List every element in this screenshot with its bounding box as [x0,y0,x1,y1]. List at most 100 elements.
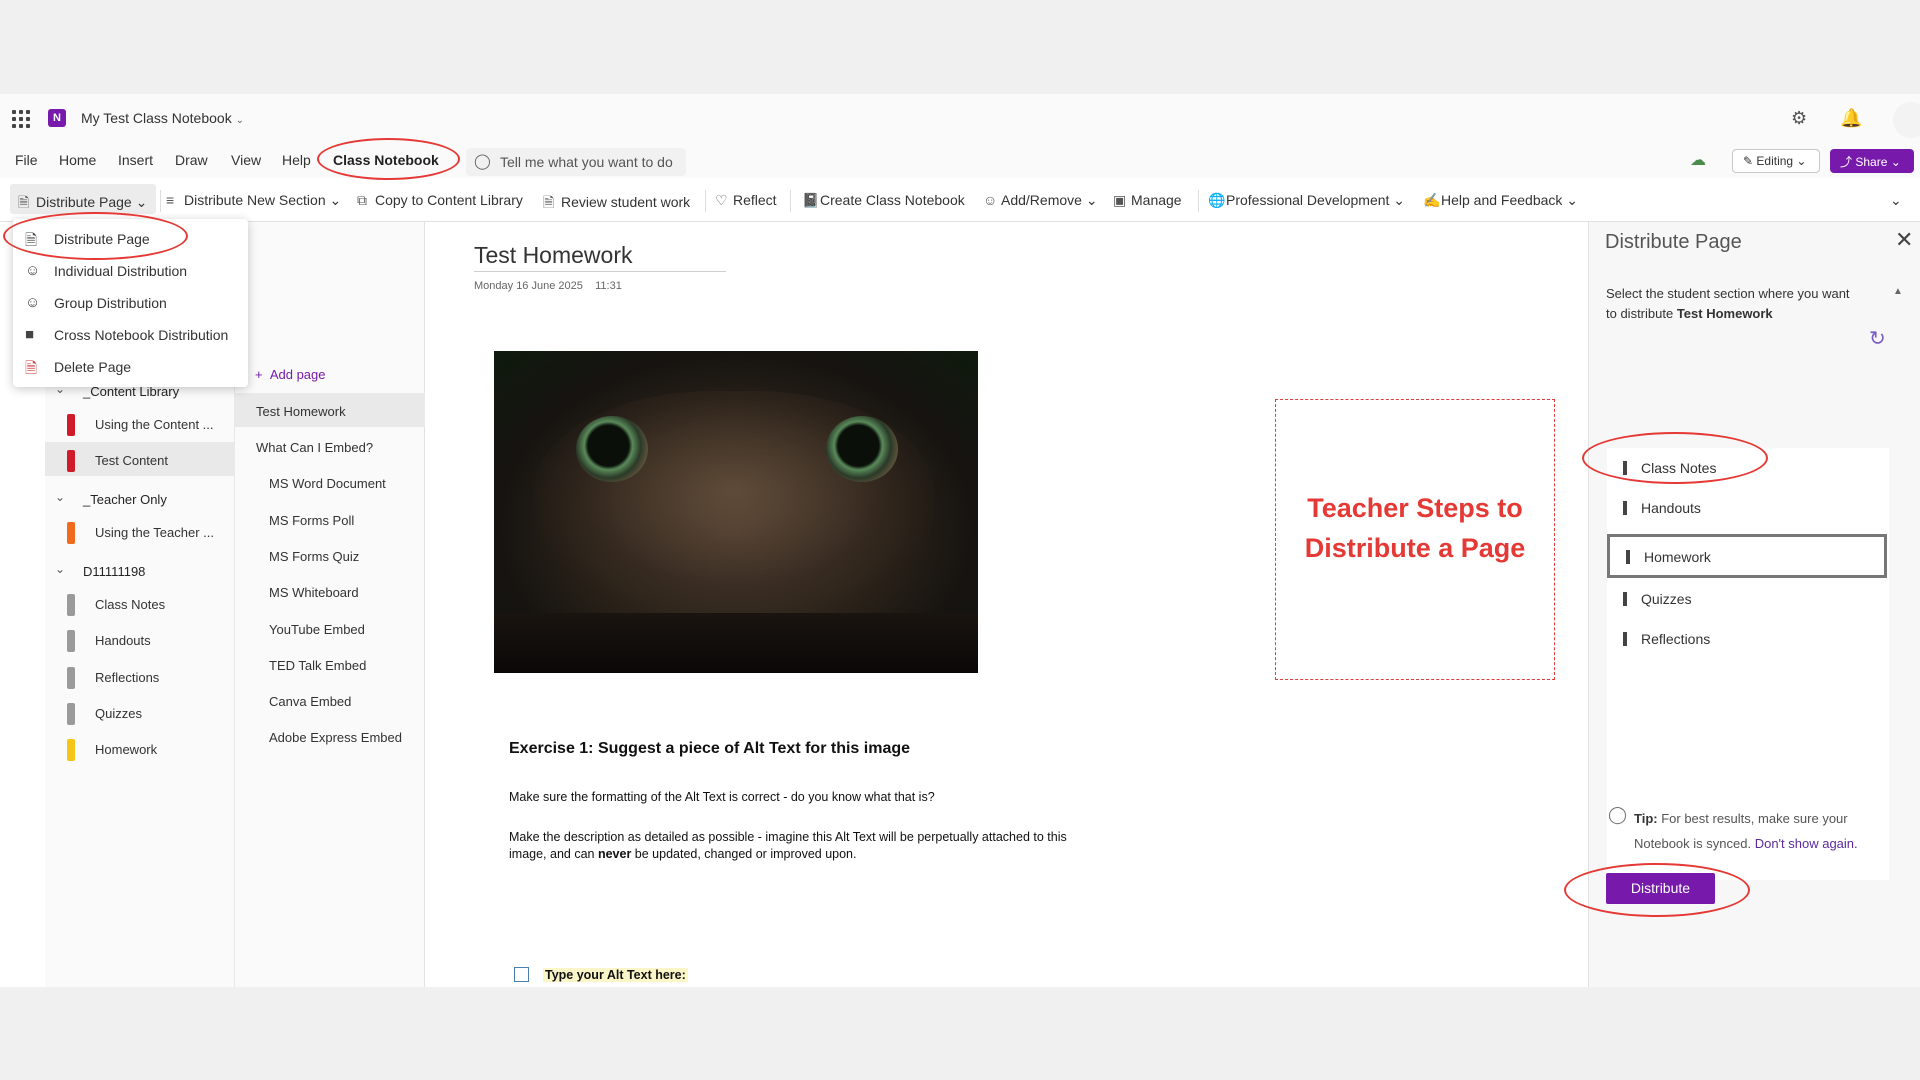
section-marker [1626,550,1630,564]
frog-eye-left [576,416,648,482]
page-item[interactable]: MS Forms Quiz [235,538,425,572]
add-page-button[interactable]: + Add page [255,367,326,382]
section-item[interactable]: Using the Content ... [45,406,235,440]
tab-home[interactable]: Home [59,152,96,168]
lightbulb-icon: ◯ [474,153,491,170]
page-item[interactable]: YouTube Embed [235,611,425,645]
share-button[interactable]: ⤴ Share ⌄ [1830,149,1914,173]
close-icon[interactable]: ✕ [1895,227,1913,253]
page-item[interactable]: MS Word Document [235,465,425,499]
menu-item-group-distribution[interactable]: ☺ Group Distribution [13,287,248,319]
person-icon: ☺ [983,192,998,208]
heart-icon: ♡ [715,192,728,208]
manage-button[interactable]: ▣ Manage [1113,192,1182,209]
alt-text-checkbox[interactable] [514,967,529,982]
tab-insert[interactable]: Insert [118,152,153,168]
annotation-ring-homework [1582,432,1768,484]
ribbon-toolbar: 🗎 Distribute Page ⌄ ≡ Distribute New Secti… [0,178,1920,222]
professional-development-button[interactable]: 🌐Professional Development ⌄ [1208,192,1405,209]
page-item[interactable]: MS Whiteboard [235,574,425,608]
review-student-work-button[interactable]: 🗎 Review student work [543,192,690,216]
tab-view[interactable]: View [231,152,261,168]
help-and-feedback-button[interactable]: ✍Help and Feedback ⌄ [1423,192,1578,209]
annotation-ring-class-notebook [317,138,460,180]
tip-text: Tip: For best results, make sure your No… [1634,811,1858,851]
section-color-tab [67,414,75,436]
copy-icon: ⧉ [357,192,367,208]
student-section-option[interactable]: Quizzes [1607,579,1889,619]
title-bar: N My Test Class Notebook ⌄ ⚙ 🔔 [0,94,1920,144]
section-marker [1623,592,1627,606]
section-item[interactable]: Reflections [45,659,235,693]
section-color-tab [67,594,75,616]
frog-image[interactable] [494,351,978,673]
section-item[interactable]: Using the Teacher ... [45,514,235,548]
menu-item-individual-distribution[interactable]: ☺ Individual Distribution [13,255,248,287]
group-icon: ☺ [25,294,41,311]
section-group-student[interactable]: ⌄ D11111198 [45,556,235,586]
section-group-teacher-only[interactable]: ⌄ _Teacher Only [45,484,235,514]
annotation-ring-distribute-page [3,212,188,260]
create-class-notebook-button[interactable]: 📓Create Class Notebook [802,192,965,209]
section-color-tab [67,450,75,472]
settings-icon[interactable]: ⚙ [1791,108,1807,129]
avatar[interactable] [1893,102,1920,138]
ribbon-divider [790,190,791,212]
globe-icon: 🌐 [1208,192,1226,208]
page-item[interactable]: Test Homework [235,393,425,427]
notebook-title[interactable]: My Test Class Notebook ⌄ [81,110,244,126]
page-item[interactable]: Canva Embed [235,683,425,717]
reflect-button[interactable]: ♡ Reflect [715,192,777,209]
manage-icon: ▣ [1113,192,1127,208]
tell-me-search[interactable]: ◯ Tell me what you want to do [466,148,686,176]
page-item[interactable]: MS Forms Poll [235,502,425,536]
checkbox-label[interactable]: Type your Alt Text here: [543,968,688,982]
student-section-option[interactable]: Reflections [1607,619,1889,659]
section-item[interactable]: Handouts [45,622,235,656]
sync-status-icon[interactable]: ☁ [1690,150,1706,170]
student-section-option-selected[interactable]: Homework [1607,534,1887,578]
panel-scroll-up-icon[interactable]: ▲ [1893,286,1903,297]
ribbon-divider [1198,190,1199,212]
section-color-tab [67,522,75,544]
add-remove-button[interactable]: ☺ Add/Remove ⌄ [983,192,1098,209]
ribbon-expand-icon[interactable]: ⌄ [1890,192,1902,209]
page-item[interactable]: TED Talk Embed [235,647,425,681]
distribute-new-section-button[interactable]: ≡ Distribute New Section ⌄ [166,192,341,209]
notebook-icon: ■ [25,326,35,343]
page-item[interactable]: Adobe Express Embed [235,719,425,753]
page-title[interactable]: Test Homework [474,242,726,272]
section-color-tab [67,630,75,652]
tab-file[interactable]: File [15,152,38,168]
editing-mode-button[interactable]: ✎ Editing ⌄ [1732,149,1820,173]
section-item[interactable]: Class Notes [45,586,235,620]
menu-item-cross-notebook-distribution[interactable]: ■ Cross Notebook Distribution [13,319,248,351]
chevron-down-icon: ⌄ [55,562,66,576]
copy-to-content-library-button[interactable]: ⧉ Copy to Content Library [357,192,523,209]
delete-page-icon: 🗎 [25,360,38,377]
bell-icon[interactable]: 🔔 [1840,108,1862,129]
chevron-down-icon: ⌄ [55,490,66,504]
app-launcher-icon[interactable] [12,110,30,128]
section-item[interactable]: Quizzes [45,695,235,729]
ribbon-divider [705,190,706,212]
dont-show-again-link[interactable]: Don't show again. [1755,836,1858,851]
exercise-paragraph[interactable]: Make the description as detailed as poss… [509,829,1067,863]
page-item[interactable]: What Can I Embed? [235,429,425,463]
exercise-title[interactable]: Exercise 1: Suggest a piece of Alt Text … [509,740,910,758]
menu-bar: File Home Insert Draw View Help Class No… [0,144,1920,178]
student-section-option[interactable]: Handouts [1607,488,1889,528]
section-item[interactable]: Homework [45,731,235,765]
ribbon-divider [160,190,161,212]
person-icon: ☺ [25,262,41,279]
tab-help[interactable]: Help [282,152,311,168]
section-item[interactable]: Test Content [45,442,235,476]
menu-item-delete-page[interactable]: 🗎 Delete Page [13,351,248,383]
refresh-icon[interactable]: ↻ [1869,326,1886,351]
tab-draw[interactable]: Draw [175,152,208,168]
frog-chin-shadow [494,613,978,673]
exercise-paragraph[interactable]: Make sure the formatting of the Alt Text… [509,789,935,806]
review-icon: 🗎 [543,194,555,210]
section-color-tab [67,667,75,689]
panel-title: Distribute Page [1605,231,1742,253]
